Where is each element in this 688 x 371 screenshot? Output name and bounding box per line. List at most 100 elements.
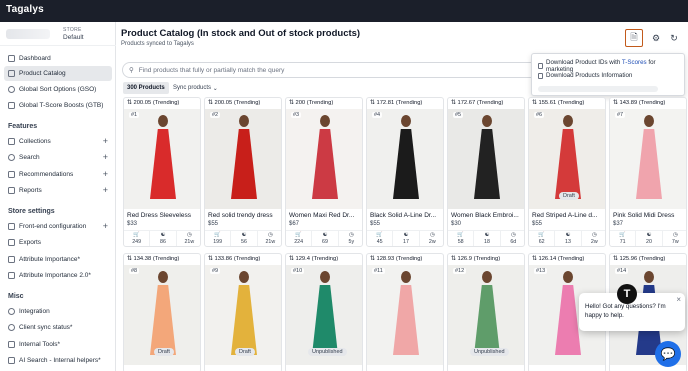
sync-products-dropdown[interactable]: Sync products ⌄ [169,82,222,94]
model-head [482,115,492,127]
sidebar-item-recommendations[interactable]: Recommendations + [4,167,112,182]
product-card[interactable]: ⇅ 129.4 (Trending) #10 Unpublished [285,253,363,371]
product-price: $55 [370,221,381,227]
tscore-label: ⇅ 133.86 (Trending) [208,256,261,262]
download-menu: Download Product IDs with T-Scores for m… [531,53,685,96]
misc-heading: Misc [8,293,24,300]
top-bar: Tagalys [0,0,688,22]
stat-cart: 🛒 249 [124,231,151,246]
product-count-badge: 300 Products [123,82,169,94]
product-garment [555,129,581,199]
product-name[interactable]: Pink Solid Midi Dress [613,212,686,219]
expand-plus-icon[interactable]: + [103,221,108,231]
tscore-label: ⇅ 125.96 (Trending) [613,256,666,262]
expand-plus-icon[interactable]: + [103,136,108,146]
app-logo[interactable]: Tagalys [6,4,44,15]
cart-icon: 🛒 [214,232,221,238]
refresh-button[interactable]: ↻ [665,29,683,47]
bag-icon: ☯ [565,232,571,238]
rank-badge: #2 [210,112,221,118]
config-icon [8,223,15,230]
product-image[interactable] [124,109,200,209]
stat-views: ☯ 13 [555,231,582,246]
sidebar-item-ai-search[interactable]: AI Search - Internal helpers* [4,353,112,368]
sidebar-item-reports[interactable]: Reports + [4,183,112,198]
product-card[interactable]: ⇅ 134.38 (Trending) #8 Draft [123,253,201,371]
product-garment [150,285,176,355]
product-image[interactable] [286,109,362,209]
product-card[interactable]: ⇅ 200.05 (Trending) #1 Red Dress Sleeveles… [123,97,201,247]
sidebar-item-exports[interactable]: Exports [4,235,112,250]
expand-plus-icon[interactable]: + [103,169,108,179]
tscore-label: ⇅ 126.9 (Trending) [451,256,501,262]
product-image[interactable] [367,109,443,209]
cart-icon: 🛒 [619,232,626,238]
product-name[interactable]: Women Maxi Red Dr... [289,212,362,219]
sidebar-item-gso[interactable]: Global Sort Options (GSO) [4,82,112,97]
settings-button[interactable]: ⚙ [647,29,665,47]
sync-icon [8,324,15,331]
product-name[interactable]: Women Black Embroi... [451,212,524,219]
close-icon[interactable]: × [676,295,681,304]
search-input[interactable]: ⚲ Find products that fully or partially … [122,62,542,78]
sidebar-item-collections[interactable]: Collections + [4,134,112,149]
store-selector[interactable]: STORE Default [0,22,116,46]
product-image[interactable] [610,109,686,209]
sort-icon: ⇅ [451,100,456,106]
ai-search-icon [8,357,15,364]
stat-cart: 🛒 71 [610,231,637,246]
expand-plus-icon[interactable]: + [103,185,108,195]
chat-launcher-button[interactable]: 💬 [655,341,681,367]
sidebar-item-product-catalog[interactable]: Product Catalog [4,66,112,81]
sidebar-item-search[interactable]: Search + [4,150,112,165]
product-name[interactable]: Black Solid A-Line Dr... [370,212,443,219]
product-card[interactable]: ⇅ 126.9 (Trending) #12 Unpublished [447,253,525,371]
product-image[interactable] [205,109,281,209]
rank-badge: #7 [615,112,626,118]
sidebar-item-dashboard[interactable]: Dashboard [4,51,112,66]
download-button[interactable]: 🗎 [625,29,643,47]
product-name[interactable]: Red solid trendy dress [208,212,281,219]
stat-cart: 🛒 62 [529,231,556,246]
product-name[interactable]: Red Dress Sleeveless [127,212,200,219]
clock-icon: ◷ [187,232,192,238]
sort-icon: ⇅ [613,100,618,106]
product-card[interactable]: ⇅ 200 (Trending) #3 Women Maxi Red Dr... $6… [285,97,363,247]
sort-icon: ⇅ [613,256,618,262]
expand-plus-icon[interactable]: + [103,152,108,162]
page-subtitle: Products synced to Tagalys [121,41,194,47]
sidebar-item-frontend-config[interactable]: Front-end configuration + [4,219,112,234]
menu-item-download-tscores[interactable]: Download Product IDs with T-Scores for m… [538,59,684,73]
product-stats: 🛒 62 ☯ 13 ◷ 2w [529,230,605,246]
menu-item-download-products[interactable]: Download Products Information [538,72,632,79]
product-card[interactable]: ⇅ 143.89 (Trending) #7 Pink Solid Midi Dre… [609,97,687,247]
sort-icon: ⇅ [289,100,294,106]
sidebar-item-internal-tools[interactable]: Internal Tools* [4,337,112,352]
stat-views: ☯ 17 [393,231,420,246]
product-image[interactable] [448,109,524,209]
cart-icon: 🛒 [133,232,140,238]
sort-icon: ⇅ [532,256,537,262]
sidebar-item-client-sync[interactable]: Client sync status* [4,320,112,335]
product-garment [231,285,257,355]
stat-age: ◷ 6d [510,232,517,245]
product-card[interactable]: ⇅ 200.05 (Trending) #2 Red solid trendy dr… [204,97,282,247]
search-icon: ⚲ [129,67,134,74]
sidebar-item-attribute-importance[interactable]: Attribute Importance* [4,252,112,267]
model-head [563,115,573,127]
product-card[interactable]: ⇅ 133.86 (Trending) #9 Draft [204,253,282,371]
model-head [320,271,330,283]
refresh-icon: ↻ [670,32,678,43]
stat-age: ◷ 21w [184,232,195,245]
sort-icon: ⇅ [127,256,132,262]
sidebar-item-attribute-importance-2[interactable]: Attribute Importance 2.0* [4,268,112,283]
status-badge: Unpublished [308,348,347,356]
product-name[interactable]: Red Striped A-Line d... [532,212,605,219]
product-card[interactable]: ⇅ 172.81 (Trending) #4 Black Solid A-Line … [366,97,444,247]
product-image[interactable] [367,265,443,365]
product-card[interactable]: ⇅ 172.67 (Trending) #5 Women Black Embroi.… [447,97,525,247]
sidebar-item-gtb[interactable]: Global T-Score Boosts (GTB) [4,98,112,113]
sidebar-item-integration[interactable]: Integration [4,304,112,319]
product-card[interactable]: ⇅ 128.93 (Trending) #11 [366,253,444,371]
product-card[interactable]: ⇅ 155.61 (Trending) #6 Draft Red Striped A-… [528,97,606,247]
